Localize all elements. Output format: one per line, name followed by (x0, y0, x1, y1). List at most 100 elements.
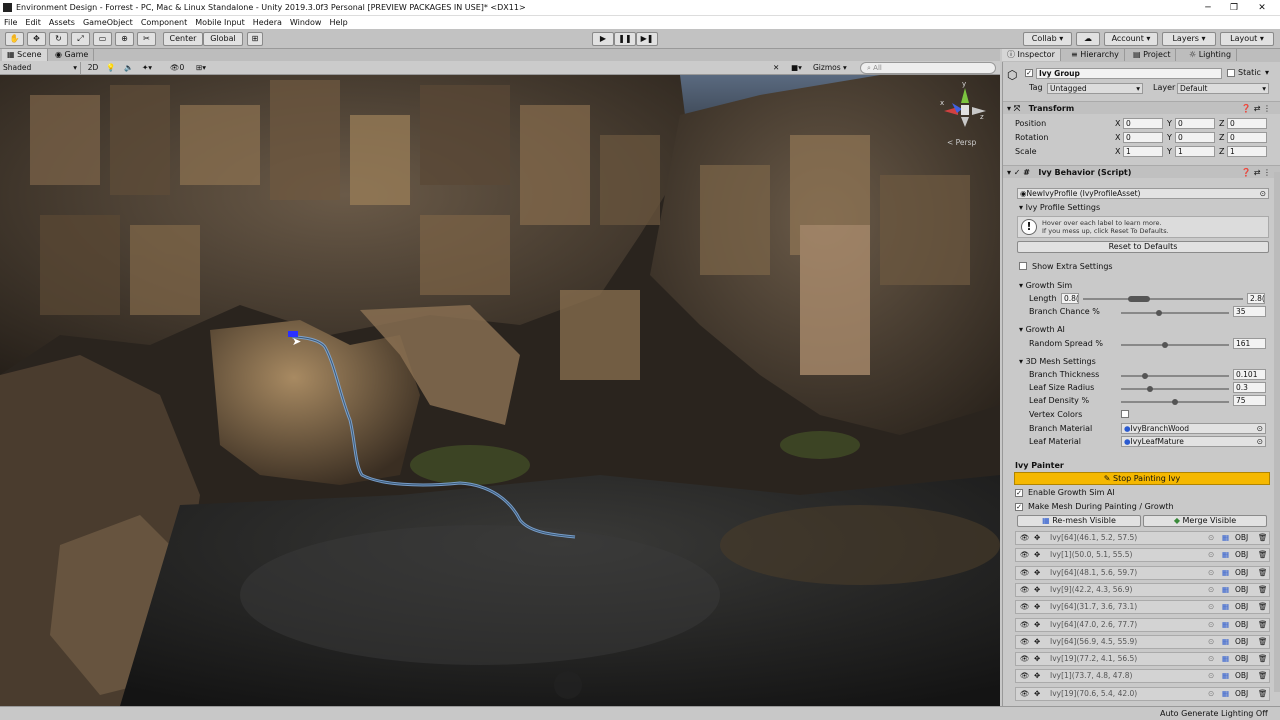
leaf-material-field[interactable]: ●IvyLeafMature ⊙ (1121, 436, 1266, 447)
ivy-list-item[interactable]: 👁 ✥ Ivy[64](56.9, 4.5, 55.9) ⊙ ▦ OBJ 🗑 (1015, 634, 1270, 649)
move-handle-icon[interactable]: ✥ (1034, 688, 1040, 700)
random-spread-field[interactable]: 161 (1233, 338, 1266, 349)
menu-edit[interactable]: Edit (21, 16, 45, 29)
remesh-item-icon[interactable]: ▦ (1222, 532, 1229, 544)
delete-item-icon[interactable]: 🗑 (1258, 532, 1268, 544)
select-target-icon[interactable]: ⊙ (1208, 532, 1214, 544)
pivot-center-button[interactable]: Center (163, 32, 203, 46)
ivy-list-item[interactable]: 👁 ✥ Ivy[9](42.2, 4.3, 56.9) ⊙ ▦ OBJ 🗑 (1015, 582, 1270, 597)
camera-icon[interactable]: ■▾ (791, 62, 802, 74)
tab-inspector[interactable]: ⓘ Inspector (1002, 49, 1061, 61)
move-handle-icon[interactable]: ✥ (1034, 619, 1040, 631)
export-obj-button[interactable]: OBJ (1235, 549, 1248, 561)
export-obj-button[interactable]: OBJ (1235, 532, 1248, 544)
visibility-eye-icon[interactable]: 👁 (1020, 636, 1030, 648)
move-handle-icon[interactable]: ✥ (1034, 601, 1040, 613)
branch-thickness-field[interactable]: 0.101 (1233, 369, 1266, 380)
remesh-item-icon[interactable]: ▦ (1222, 567, 1229, 579)
vertex-colors-checkbox[interactable] (1121, 410, 1129, 418)
rotate-tool-icon[interactable]: ↻ (49, 32, 68, 46)
account-dropdown[interactable]: Account ▾ (1104, 32, 1158, 46)
transform-position-y-field[interactable]: 0 (1175, 118, 1215, 129)
visibility-eye-icon[interactable]: 👁 (1020, 532, 1030, 544)
select-target-icon[interactable]: ⊙ (1208, 688, 1214, 700)
remesh-item-icon[interactable]: ▦ (1222, 653, 1229, 665)
export-obj-button[interactable]: OBJ (1235, 688, 1248, 700)
ivy-list-item[interactable]: 👁 ✥ Ivy[19](77.2, 4.1, 56.5) ⊙ ▦ OBJ 🗑 (1015, 652, 1270, 667)
shading-dropdown[interactable]: Shaded ▾ (3, 62, 81, 74)
ivy-profile-field[interactable]: ◉NewIvyProfile (IvyProfileAsset) ⊙ (1017, 188, 1269, 199)
tab-project[interactable]: ▤ Project (1128, 49, 1177, 61)
scene-search-input[interactable]: ⌕ All (860, 62, 996, 74)
visibility-eye-icon[interactable]: 👁 (1020, 670, 1030, 682)
remesh-button[interactable]: ▦ Re-mesh Visible (1017, 515, 1141, 527)
menu-file[interactable]: File (0, 16, 21, 29)
grid-toggle-icon[interactable]: ⊞▾ (196, 62, 206, 74)
visibility-eye-icon[interactable]: 👁 (1020, 619, 1030, 631)
delete-item-icon[interactable]: 🗑 (1258, 601, 1268, 613)
rect-tool-icon[interactable]: ▭ (93, 32, 112, 46)
audio-toggle-icon[interactable]: 🔈 (124, 62, 133, 74)
select-target-icon[interactable]: ⊙ (1208, 670, 1214, 682)
transform-scale-y-field[interactable]: 1 (1175, 146, 1215, 157)
delete-item-icon[interactable]: 🗑 (1258, 619, 1268, 631)
branch-material-field[interactable]: ●IvyBranchWood ⊙ (1121, 423, 1266, 434)
export-obj-button[interactable]: OBJ (1235, 653, 1248, 665)
static-dropdown-icon[interactable]: ▾ (1265, 68, 1269, 77)
menu-component[interactable]: Component (137, 16, 191, 29)
remesh-item-icon[interactable]: ▦ (1222, 636, 1229, 648)
move-tool-icon[interactable]: ✥ (27, 32, 46, 46)
enable-growth-checkbox[interactable]: ✓ (1015, 489, 1023, 497)
snap-icon[interactable]: ⊞ (247, 32, 263, 46)
remesh-item-icon[interactable]: ▦ (1222, 584, 1229, 596)
move-handle-icon[interactable]: ✥ (1034, 567, 1040, 579)
visibility-eye-icon[interactable]: 👁 (1020, 567, 1030, 579)
minimize-button[interactable]: ─ (1196, 1, 1220, 15)
select-target-icon[interactable]: ⊙ (1208, 619, 1214, 631)
ivy-item-label[interactable]: Ivy[19](77.2, 4.1, 56.5) (1050, 653, 1137, 665)
2d-toggle[interactable]: 2D (86, 62, 100, 74)
layers-dropdown[interactable]: Layers ▾ (1162, 32, 1216, 46)
transform-scale-z-field[interactable]: 1 (1227, 146, 1267, 157)
select-target-icon[interactable]: ⊙ (1208, 549, 1214, 561)
remesh-item-icon[interactable]: ▦ (1222, 670, 1229, 682)
object-name-field[interactable]: Ivy Group (1036, 68, 1222, 79)
transform-tool-icon[interactable]: ⊕ (115, 32, 134, 46)
ivy-list-item[interactable]: 👁 ✥ Ivy[19](70.6, 5.4, 42.0) ⊙ ▦ OBJ 🗑 (1015, 686, 1270, 701)
length-minmax-track[interactable] (1083, 298, 1243, 300)
ivy-item-label[interactable]: Ivy[64](47.0, 2.6, 77.7) (1050, 619, 1137, 631)
move-handle-icon[interactable]: ✥ (1034, 532, 1040, 544)
visibility-eye-icon[interactable]: 👁 (1020, 549, 1030, 561)
ivy-list-item[interactable]: 👁 ✥ Ivy[1](73.7, 4.8, 47.8) ⊙ ▦ OBJ 🗑 (1015, 669, 1270, 684)
length-minmax-range[interactable] (1127, 296, 1151, 302)
ivy-list-item[interactable]: 👁 ✥ Ivy[64](46.1, 5.2, 57.5) ⊙ ▦ OBJ 🗑 (1015, 531, 1270, 545)
transform-position-z-field[interactable]: 0 (1227, 118, 1267, 129)
transform-scale-x-field[interactable]: 1 (1123, 146, 1163, 157)
stop-painting-button[interactable]: ✎ Stop Painting Ivy (1014, 472, 1270, 485)
leaf-density-field[interactable]: 75 (1233, 395, 1266, 406)
export-obj-button[interactable]: OBJ (1235, 567, 1248, 579)
remesh-item-icon[interactable]: ▦ (1222, 549, 1229, 561)
move-handle-icon[interactable]: ✥ (1034, 584, 1040, 596)
move-handle-icon[interactable]: ✥ (1034, 636, 1040, 648)
step-button[interactable]: ▶❚ (636, 32, 658, 46)
hidden-objects-icon[interactable]: 👁0 (170, 62, 184, 74)
static-checkbox[interactable] (1227, 69, 1235, 77)
ivy-item-label[interactable]: Ivy[9](42.2, 4.3, 56.9) (1050, 584, 1132, 596)
orientation-gizmo[interactable]: y x z (940, 80, 990, 139)
delete-item-icon[interactable]: 🗑 (1258, 549, 1268, 561)
custom-tool-icon[interactable]: ✂ (137, 32, 156, 46)
select-target-icon[interactable]: ⊙ (1208, 567, 1214, 579)
ivy-list-item[interactable]: 👁 ✥ Ivy[64](48.1, 5.6, 59.7) ⊙ ▦ OBJ 🗑 (1015, 565, 1270, 580)
delete-item-icon[interactable]: 🗑 (1258, 584, 1268, 596)
tools-icon[interactable]: ✕ (773, 62, 779, 74)
layer-dropdown[interactable]: Default ▾ (1177, 83, 1269, 94)
leaf-size-field[interactable]: 0.3 (1233, 382, 1266, 393)
transform-position-x-field[interactable]: 0 (1123, 118, 1163, 129)
export-obj-button[interactable]: OBJ (1235, 619, 1248, 631)
maximize-button[interactable]: ❐ (1222, 1, 1246, 15)
menu-hedera[interactable]: Hedera (249, 16, 286, 29)
delete-item-icon[interactable]: 🗑 (1258, 636, 1268, 648)
ivy-item-label[interactable]: Ivy[1](73.7, 4.8, 47.8) (1050, 670, 1132, 682)
move-handle-icon[interactable]: ✥ (1034, 549, 1040, 561)
